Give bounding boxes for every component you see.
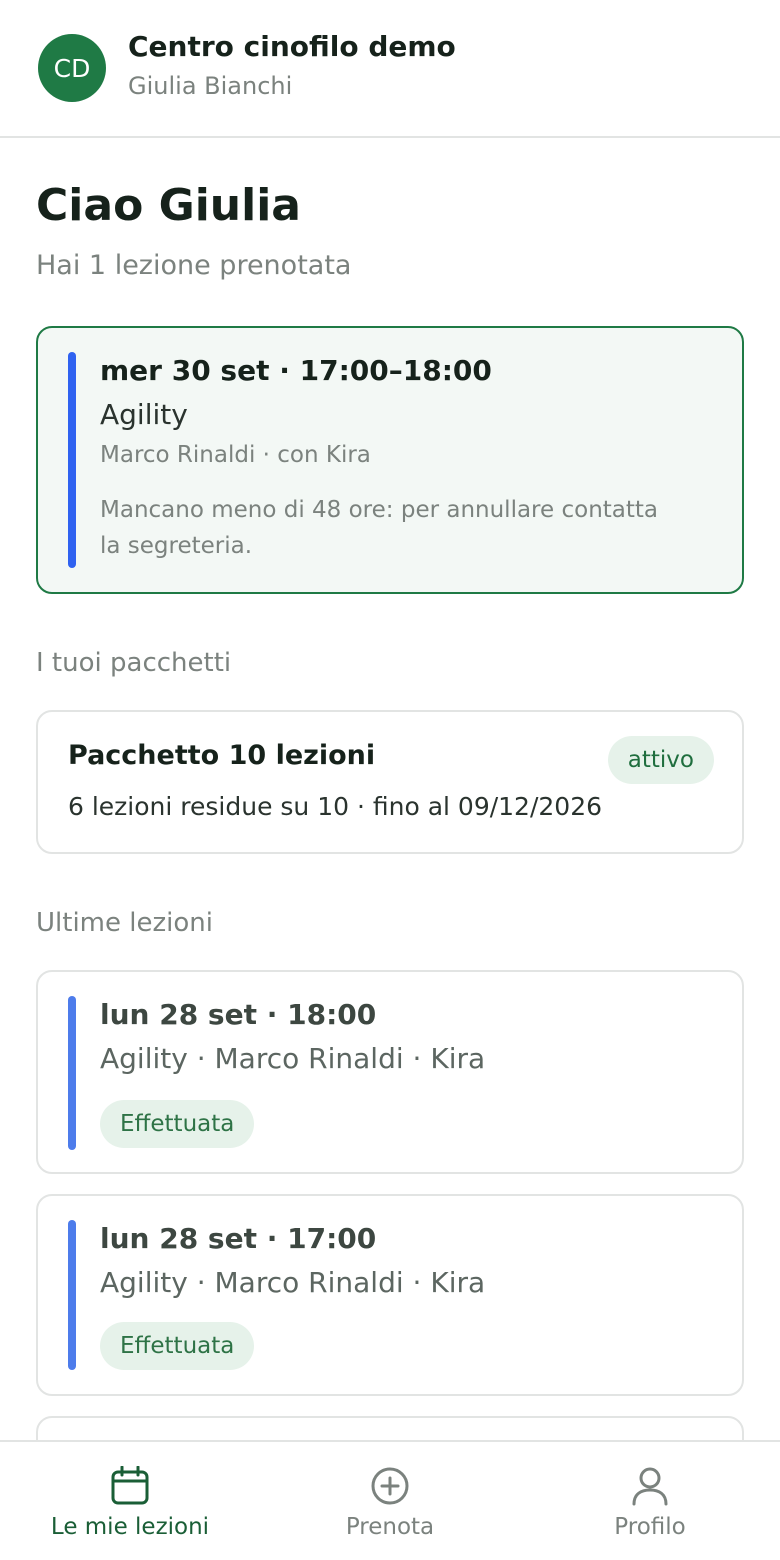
upcoming-booking-card[interactable]: mer 30 set · 17:00–18:00 Agility Marco R… [36,326,744,594]
package-card[interactable]: Pacchetto 10 lezioni attivo 6 lezioni re… [36,710,744,854]
lesson-datetime: lun 28 set · 18:00 [100,998,377,1031]
user-icon [632,1467,668,1506]
lesson-info: Agility · Marco Rinaldi · Kira [100,1266,486,1299]
nav-item-book[interactable]: Prenota [260,1442,520,1560]
lesson-status-badge: Effettuata [100,1322,255,1370]
booking-trainer: Marco Rinaldi · con Kira [100,442,371,468]
booking-course: Agility [100,398,188,431]
page-title: Ciao Giulia [36,180,301,231]
lesson-accent-bar [68,996,76,1150]
recent-lessons-section-label: Ultime lezioni [36,908,213,938]
nav-item-profile[interactable]: Profilo [520,1442,780,1560]
package-detail: 6 lezioni residue su 10 · fino al 09/12/… [68,792,603,821]
package-name: Pacchetto 10 lezioni [68,740,376,771]
main-content[interactable]: Ciao Giulia Hai 1 lezione prenotata mer … [0,140,780,1440]
nav-label: Le mie lezioni [50,1514,210,1540]
lesson-accent-bar [68,1220,76,1370]
lesson-card[interactable]: lun 28 set · 17:00 Agility · Marco Rinal… [36,1194,744,1396]
packages-section-label: I tuoi pacchetti [36,648,232,678]
booking-accent-bar [68,352,76,568]
user-name: Giulia Bianchi [128,72,293,100]
nav-item-my-lessons[interactable]: Le mie lezioni [0,1442,260,1560]
lesson-datetime: lun 28 set · 17:00 [100,1222,377,1255]
nav-label: Prenota [345,1514,435,1540]
lesson-status-badge: Effettuata [100,1100,255,1148]
status-badge: attivo [607,736,714,784]
plus-circle-icon [371,1467,409,1505]
org-title: Centro cinofilo demo [128,30,456,63]
nav-label: Profilo [614,1514,686,1540]
lesson-info: Agility · Marco Rinaldi · Kira [100,1042,486,1075]
booking-count-text: Hai 1 lezione prenotata [36,250,352,281]
lesson-card[interactable]: lun 28 set · 18:00 Agility · Marco Rinal… [36,970,744,1174]
avatar[interactable]: CD [38,34,106,102]
cancellation-note: Mancano meno di 48 ore: per annullare co… [100,497,659,559]
booking-datetime: mer 30 set · 17:00–18:00 [100,354,492,387]
calendar-icon [111,1466,149,1505]
app-header: CD Centro cinofilo demo Giulia Bianchi [0,0,780,138]
lesson-card[interactable] [36,1416,744,1440]
bottom-nav: Le mie lezioni Prenota Profilo [0,1440,780,1560]
